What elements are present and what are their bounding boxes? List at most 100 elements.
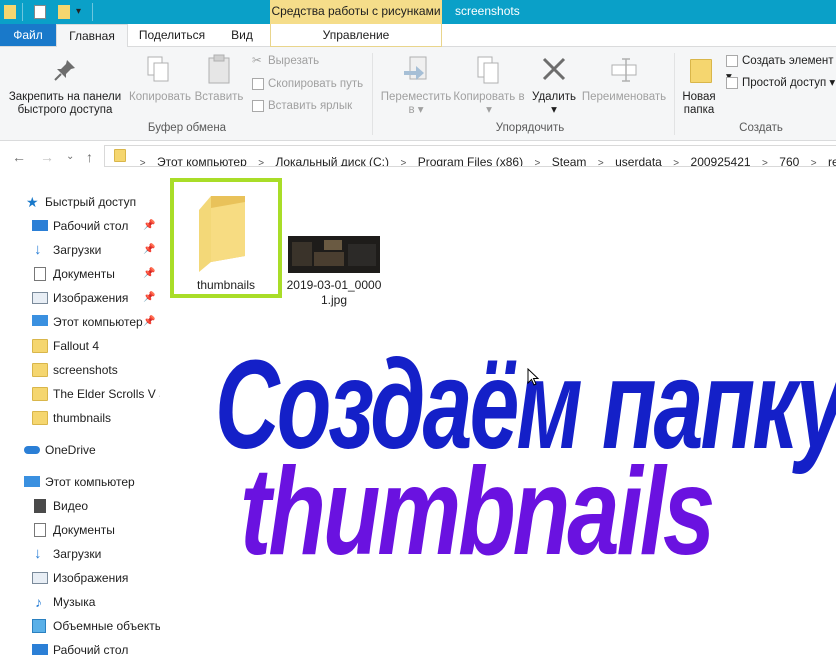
computer-icon	[24, 476, 40, 487]
nav-item-screenshots[interactable]: screenshots	[0, 359, 160, 381]
easy-access-button[interactable]: Простой доступ ▾	[726, 75, 835, 91]
chevron-right-icon[interactable]: >	[392, 154, 414, 166]
nav-item-videos[interactable]: Видео	[0, 495, 160, 517]
nav-item-documents[interactable]: Документы 📌	[0, 263, 160, 285]
breadcrumb-item[interactable]: 200925421	[691, 152, 751, 166]
overlay-heading-line2: thumbnails	[240, 443, 715, 581]
pin-icon: 📌	[143, 292, 156, 303]
chevron-right-icon[interactable]: >	[590, 154, 612, 166]
tab-file[interactable]: Файл	[0, 24, 56, 46]
copy-icon	[147, 56, 169, 82]
separator	[22, 3, 23, 21]
pin-quick-access-button[interactable]: Закрепить на панели быстрого доступа	[4, 91, 126, 117]
up-arrow-icon[interactable]: ↑	[86, 149, 93, 165]
nav-item-pictures[interactable]: Изображения 📌	[0, 287, 160, 309]
new-folder-qa-icon[interactable]	[58, 5, 70, 19]
nav-item-desktop[interactable]: Рабочий стол 📌	[0, 215, 160, 237]
navigation-pane: ★ Быстрый доступ Рабочий стол 📌 ↓ Загруз…	[0, 185, 160, 658]
pictures-icon	[32, 292, 48, 304]
new-folder-button[interactable]: Новая папка	[676, 91, 722, 117]
context-tab-picture-tools: Средства работы с рисунками	[270, 0, 442, 24]
new-item-icon	[726, 54, 738, 67]
delete-x-icon	[542, 57, 566, 81]
pin-icon: 📌	[143, 244, 156, 255]
chevron-right-icon[interactable]: >	[803, 154, 825, 166]
nav-item-thumbnails[interactable]: thumbnails	[0, 407, 160, 429]
breadcrumb-item[interactable]: Локальный диск (C:)	[275, 152, 389, 166]
breadcrumb-item[interactable]: userdata	[615, 152, 662, 166]
forward-arrow-icon[interactable]: →	[40, 149, 54, 165]
breadcrumb-item[interactable]: Steam	[552, 152, 587, 166]
star-icon: ★	[26, 194, 39, 210]
cut-button[interactable]: ✂ Вырезать	[252, 53, 319, 69]
chevron-right-icon[interactable]: >	[526, 154, 548, 166]
nav-item-downloads[interactable]: ↓ Загрузки 📌	[0, 239, 160, 261]
download-arrow-icon: ↓	[34, 545, 42, 562]
video-film-icon	[34, 499, 46, 513]
paste-shortcut-button[interactable]: Вставить ярлык	[252, 98, 352, 114]
separator	[674, 53, 675, 135]
breadcrumb-item[interactable]: 760	[779, 152, 799, 166]
separator	[92, 3, 93, 21]
ribbon: Закрепить на панели быстрого доступа Коп…	[0, 47, 836, 141]
desktop-icon	[32, 220, 48, 231]
nav-item-downloads-pc[interactable]: ↓ Загрузки	[0, 543, 160, 565]
properties-icon[interactable]	[34, 5, 46, 19]
nav-item-this-pc-quick[interactable]: Этот компьютер 📌	[0, 311, 160, 333]
nav-item-3d-objects[interactable]: Объемные объекты	[0, 615, 160, 637]
window-title: screenshots	[455, 4, 520, 18]
cube-3d-icon	[32, 619, 46, 633]
chevron-right-icon[interactable]: >	[132, 154, 154, 166]
chevron-right-icon[interactable]: >	[250, 154, 272, 166]
copy-button[interactable]: Копировать	[124, 91, 196, 104]
document-icon	[34, 267, 46, 281]
tab-view[interactable]: Вид	[218, 24, 266, 46]
new-item-button[interactable]: Создать элемент ▾	[726, 53, 836, 83]
chevron-right-icon[interactable]: >	[665, 154, 687, 166]
nav-item-pictures-pc[interactable]: Изображения	[0, 567, 160, 589]
paste-button[interactable]: Вставить	[192, 91, 246, 104]
breadcrumb-item[interactable]: Этот компьютер	[157, 152, 247, 166]
ribbon-tabs: Файл Главная Поделиться Вид Управление	[0, 24, 836, 47]
easy-access-icon	[726, 76, 738, 89]
copy-path-icon	[252, 77, 264, 90]
nav-this-pc[interactable]: Этот компьютер	[0, 471, 160, 493]
breadcrumb-item[interactable]: remote	[828, 152, 836, 166]
folder-icon	[32, 411, 48, 425]
rename-icon	[611, 58, 637, 82]
organize-group-label: Упорядочить	[495, 122, 565, 134]
clipboard-group-label: Буфер обмена	[147, 122, 227, 134]
recent-chevron-down-icon[interactable]: ⌄	[66, 151, 74, 162]
separator	[372, 53, 373, 135]
nav-quick-access[interactable]: ★ Быстрый доступ	[0, 191, 160, 213]
customize-qa-chevron-icon[interactable]: ▾	[76, 6, 81, 17]
breadcrumb-item[interactable]: Program Files (x86)	[418, 152, 523, 166]
desktop-icon	[32, 644, 48, 655]
address-bar[interactable]: > Этот компьютер > Локальный диск (C:) >…	[104, 145, 836, 167]
tab-home[interactable]: Главная	[56, 24, 128, 47]
nav-item-fallout4[interactable]: Fallout 4	[0, 335, 160, 357]
mouse-cursor-icon	[527, 368, 540, 386]
tab-share[interactable]: Поделиться	[127, 24, 217, 46]
download-arrow-icon: ↓	[34, 241, 42, 258]
cloud-icon	[24, 446, 40, 454]
folder-icon	[32, 363, 48, 377]
nav-item-documents-pc[interactable]: Документы	[0, 519, 160, 541]
image-thumbnail[interactable]	[288, 236, 380, 273]
rename-button[interactable]: Переименовать	[578, 91, 670, 104]
new-folder-icon	[690, 59, 712, 83]
move-to-button[interactable]: Переместить в ▾	[378, 91, 454, 117]
paste-clipboard-icon	[208, 54, 230, 84]
scissors-icon: ✂	[252, 55, 262, 67]
delete-button[interactable]: Удалить ▾	[526, 91, 582, 117]
nav-item-elder-scrolls[interactable]: The Elder Scrolls V S	[0, 383, 160, 405]
chevron-right-icon[interactable]: >	[754, 154, 776, 166]
tab-manage[interactable]: Управление	[270, 24, 442, 47]
computer-icon	[32, 315, 48, 326]
copy-path-button[interactable]: Скопировать путь	[252, 76, 363, 92]
back-arrow-icon[interactable]: ←	[12, 149, 26, 165]
nav-item-music[interactable]: ♪ Музыка	[0, 591, 160, 613]
copy-to-button[interactable]: Копировать в ▾	[452, 91, 526, 117]
pin-icon: 📌	[143, 220, 156, 231]
nav-onedrive[interactable]: OneDrive	[0, 439, 160, 461]
